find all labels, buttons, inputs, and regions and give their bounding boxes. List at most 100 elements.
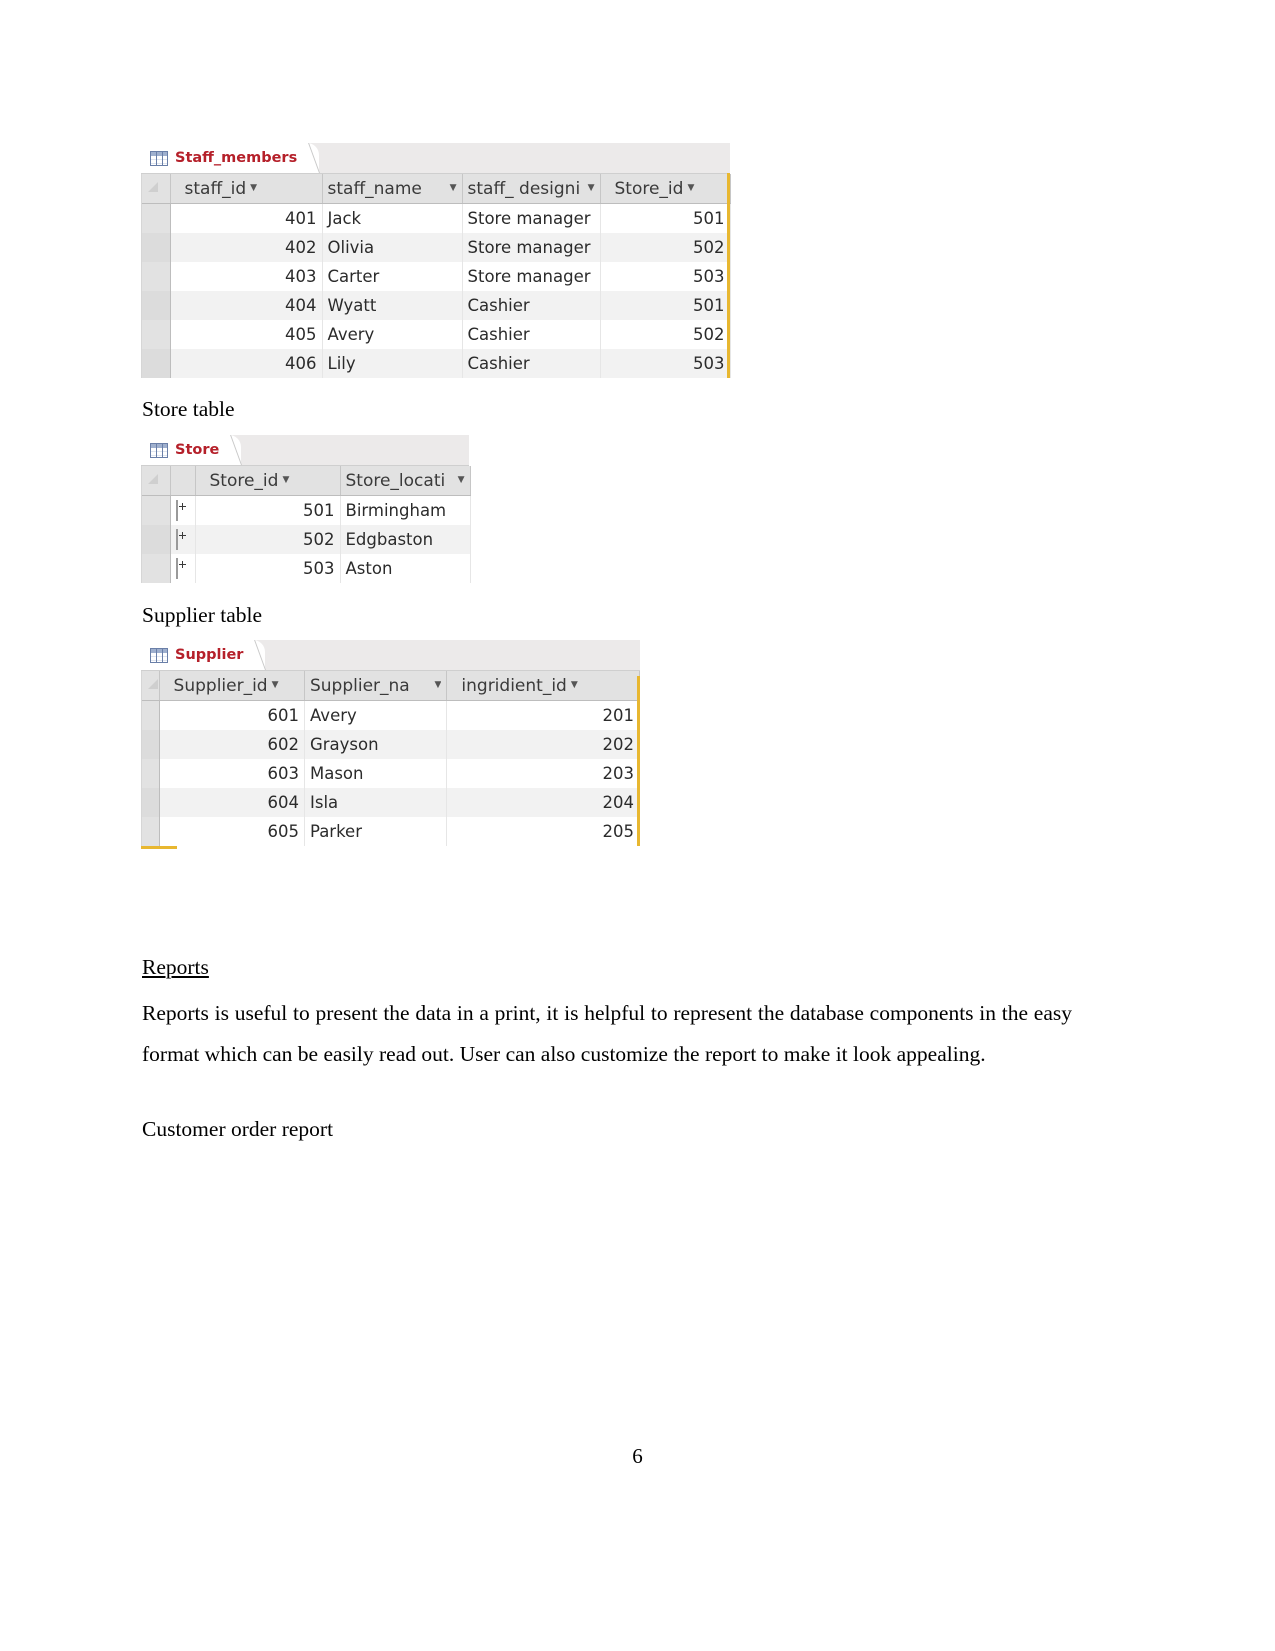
cell-staff-id[interactable]: 405 <box>170 320 323 349</box>
column-header-staff-name[interactable]: staff_name ▼ <box>322 174 463 204</box>
cell-staff-name[interactable]: Jack <box>322 203 463 233</box>
table-row[interactable]: 601 Avery 201 <box>142 700 640 730</box>
cell-staff-name[interactable]: Olivia <box>322 233 463 262</box>
column-header-staff-designation[interactable]: staff_ designi ▼ <box>462 174 601 204</box>
cell-staff-id[interactable]: 406 <box>170 349 323 378</box>
row-selector[interactable] <box>142 554 171 583</box>
table-row[interactable]: 404 Wyatt Cashier 501 <box>142 291 731 320</box>
table-row[interactable]: 405 Avery Cashier 502 <box>142 320 731 349</box>
row-selector[interactable] <box>142 730 160 759</box>
table-row[interactable]: 501 Birmingham <box>142 495 471 525</box>
cell-staff-designation[interactable]: Store manager <box>462 262 601 291</box>
table-row[interactable]: 502 Edgbaston <box>142 525 471 554</box>
cell-ingridient-id[interactable]: 204 <box>446 788 640 817</box>
cell-supplier-name[interactable]: Grayson <box>304 730 448 759</box>
cell-store-id[interactable]: 501 <box>600 203 731 233</box>
cell-staff-designation[interactable]: Cashier <box>462 320 601 349</box>
cell-staff-id[interactable]: 404 <box>170 291 323 320</box>
table-row[interactable]: 406 Lily Cashier 503 <box>142 349 731 378</box>
table-row[interactable]: 402 Olivia Store manager 502 <box>142 233 731 262</box>
cell-staff-name[interactable]: Avery <box>322 320 463 349</box>
cell-supplier-id[interactable]: 601 <box>159 700 305 730</box>
table-row[interactable]: 503 Aston <box>142 554 471 583</box>
cell-staff-name[interactable]: Wyatt <box>322 291 463 320</box>
chevron-down-icon[interactable]: ▼ <box>272 681 279 690</box>
expand-plus-icon[interactable] <box>175 500 178 521</box>
cell-supplier-name[interactable]: Avery <box>304 700 448 730</box>
cell-supplier-id[interactable]: 603 <box>159 759 305 788</box>
cell-supplier-id[interactable]: 602 <box>159 730 305 759</box>
chevron-down-icon[interactable]: ▼ <box>571 681 578 690</box>
cell-supplier-name[interactable]: Parker <box>304 817 448 846</box>
cell-store-location[interactable]: Birmingham <box>340 495 471 525</box>
cell-staff-id[interactable]: 403 <box>170 262 323 291</box>
cell-staff-designation[interactable]: Store manager <box>462 233 601 262</box>
column-header-store-id[interactable]: Store_id ▼ <box>600 174 731 204</box>
table-row[interactable]: 605 Parker 205 <box>142 817 640 846</box>
chevron-down-icon[interactable]: ▼ <box>588 184 595 193</box>
chevron-down-icon[interactable]: ▼ <box>434 681 441 690</box>
expand-cell[interactable] <box>170 554 196 583</box>
column-header-ingridient-id[interactable]: ingridient_id ▼ <box>446 671 640 701</box>
tab-supplier[interactable]: Supplier <box>141 640 266 670</box>
cell-store-location[interactable]: Edgbaston <box>340 525 471 554</box>
cell-store-id[interactable]: 503 <box>600 262 731 291</box>
row-selector[interactable] <box>142 291 171 320</box>
table-row[interactable]: 602 Grayson 202 <box>142 730 640 759</box>
expand-cell[interactable] <box>170 495 196 525</box>
cell-store-id[interactable]: 502 <box>600 233 731 262</box>
chevron-down-icon[interactable]: ▼ <box>250 184 257 193</box>
row-selector[interactable] <box>142 349 171 378</box>
select-all-corner[interactable] <box>142 671 160 701</box>
cell-ingridient-id[interactable]: 201 <box>446 700 640 730</box>
cell-supplier-name[interactable]: Isla <box>304 788 448 817</box>
row-selector[interactable] <box>142 495 171 525</box>
table-row[interactable]: 401 Jack Store manager 501 <box>142 203 731 233</box>
row-selector[interactable] <box>142 700 160 730</box>
cell-store-id[interactable]: 502 <box>600 320 731 349</box>
expand-plus-icon[interactable] <box>175 529 178 550</box>
expand-plus-icon[interactable] <box>175 558 178 579</box>
chevron-down-icon[interactable]: ▼ <box>687 184 694 193</box>
cell-store-id[interactable]: 502 <box>195 525 341 554</box>
select-all-corner[interactable] <box>142 466 171 496</box>
table-row[interactable]: 403 Carter Store manager 503 <box>142 262 731 291</box>
cell-staff-name[interactable]: Carter <box>322 262 463 291</box>
row-selector[interactable] <box>142 788 160 817</box>
cell-ingridient-id[interactable]: 203 <box>446 759 640 788</box>
row-selector[interactable] <box>142 525 171 554</box>
cell-supplier-name[interactable]: Mason <box>304 759 448 788</box>
cell-store-location[interactable]: Aston <box>340 554 471 583</box>
row-selector[interactable] <box>142 320 171 349</box>
cell-ingridient-id[interactable]: 202 <box>446 730 640 759</box>
cell-store-id[interactable]: 501 <box>195 495 341 525</box>
cell-staff-name[interactable]: Lily <box>322 349 463 378</box>
cell-store-id[interactable]: 501 <box>600 291 731 320</box>
cell-staff-id[interactable]: 401 <box>170 203 323 233</box>
expand-cell[interactable] <box>170 525 196 554</box>
tab-store[interactable]: Store <box>141 435 242 465</box>
chevron-down-icon[interactable]: ▼ <box>458 476 465 485</box>
row-selector[interactable] <box>142 203 171 233</box>
row-selector[interactable] <box>142 262 171 291</box>
cell-staff-designation[interactable]: Store manager <box>462 203 601 233</box>
cell-supplier-id[interactable]: 605 <box>159 817 305 846</box>
cell-staff-designation[interactable]: Cashier <box>462 291 601 320</box>
column-header-store-location[interactable]: Store_locati ▼ <box>340 466 471 496</box>
row-selector[interactable] <box>142 817 160 846</box>
column-header-staff-id[interactable]: staff_id ▼ <box>170 174 323 204</box>
cell-supplier-id[interactable]: 604 <box>159 788 305 817</box>
chevron-down-icon[interactable]: ▼ <box>282 476 289 485</box>
column-header-supplier-id[interactable]: Supplier_id ▼ <box>159 671 305 701</box>
row-selector[interactable] <box>142 759 160 788</box>
column-header-supplier-name[interactable]: Supplier_na ▼ <box>304 671 448 701</box>
row-selector[interactable] <box>142 233 171 262</box>
cell-store-id[interactable]: 503 <box>600 349 731 378</box>
tab-staff-members[interactable]: Staff_members <box>141 143 320 173</box>
table-row[interactable]: 603 Mason 203 <box>142 759 640 788</box>
column-header-store-id[interactable]: Store_id ▼ <box>195 466 341 496</box>
cell-staff-designation[interactable]: Cashier <box>462 349 601 378</box>
cell-store-id[interactable]: 503 <box>195 554 341 583</box>
table-row[interactable]: 604 Isla 204 <box>142 788 640 817</box>
select-all-corner[interactable] <box>142 174 171 204</box>
